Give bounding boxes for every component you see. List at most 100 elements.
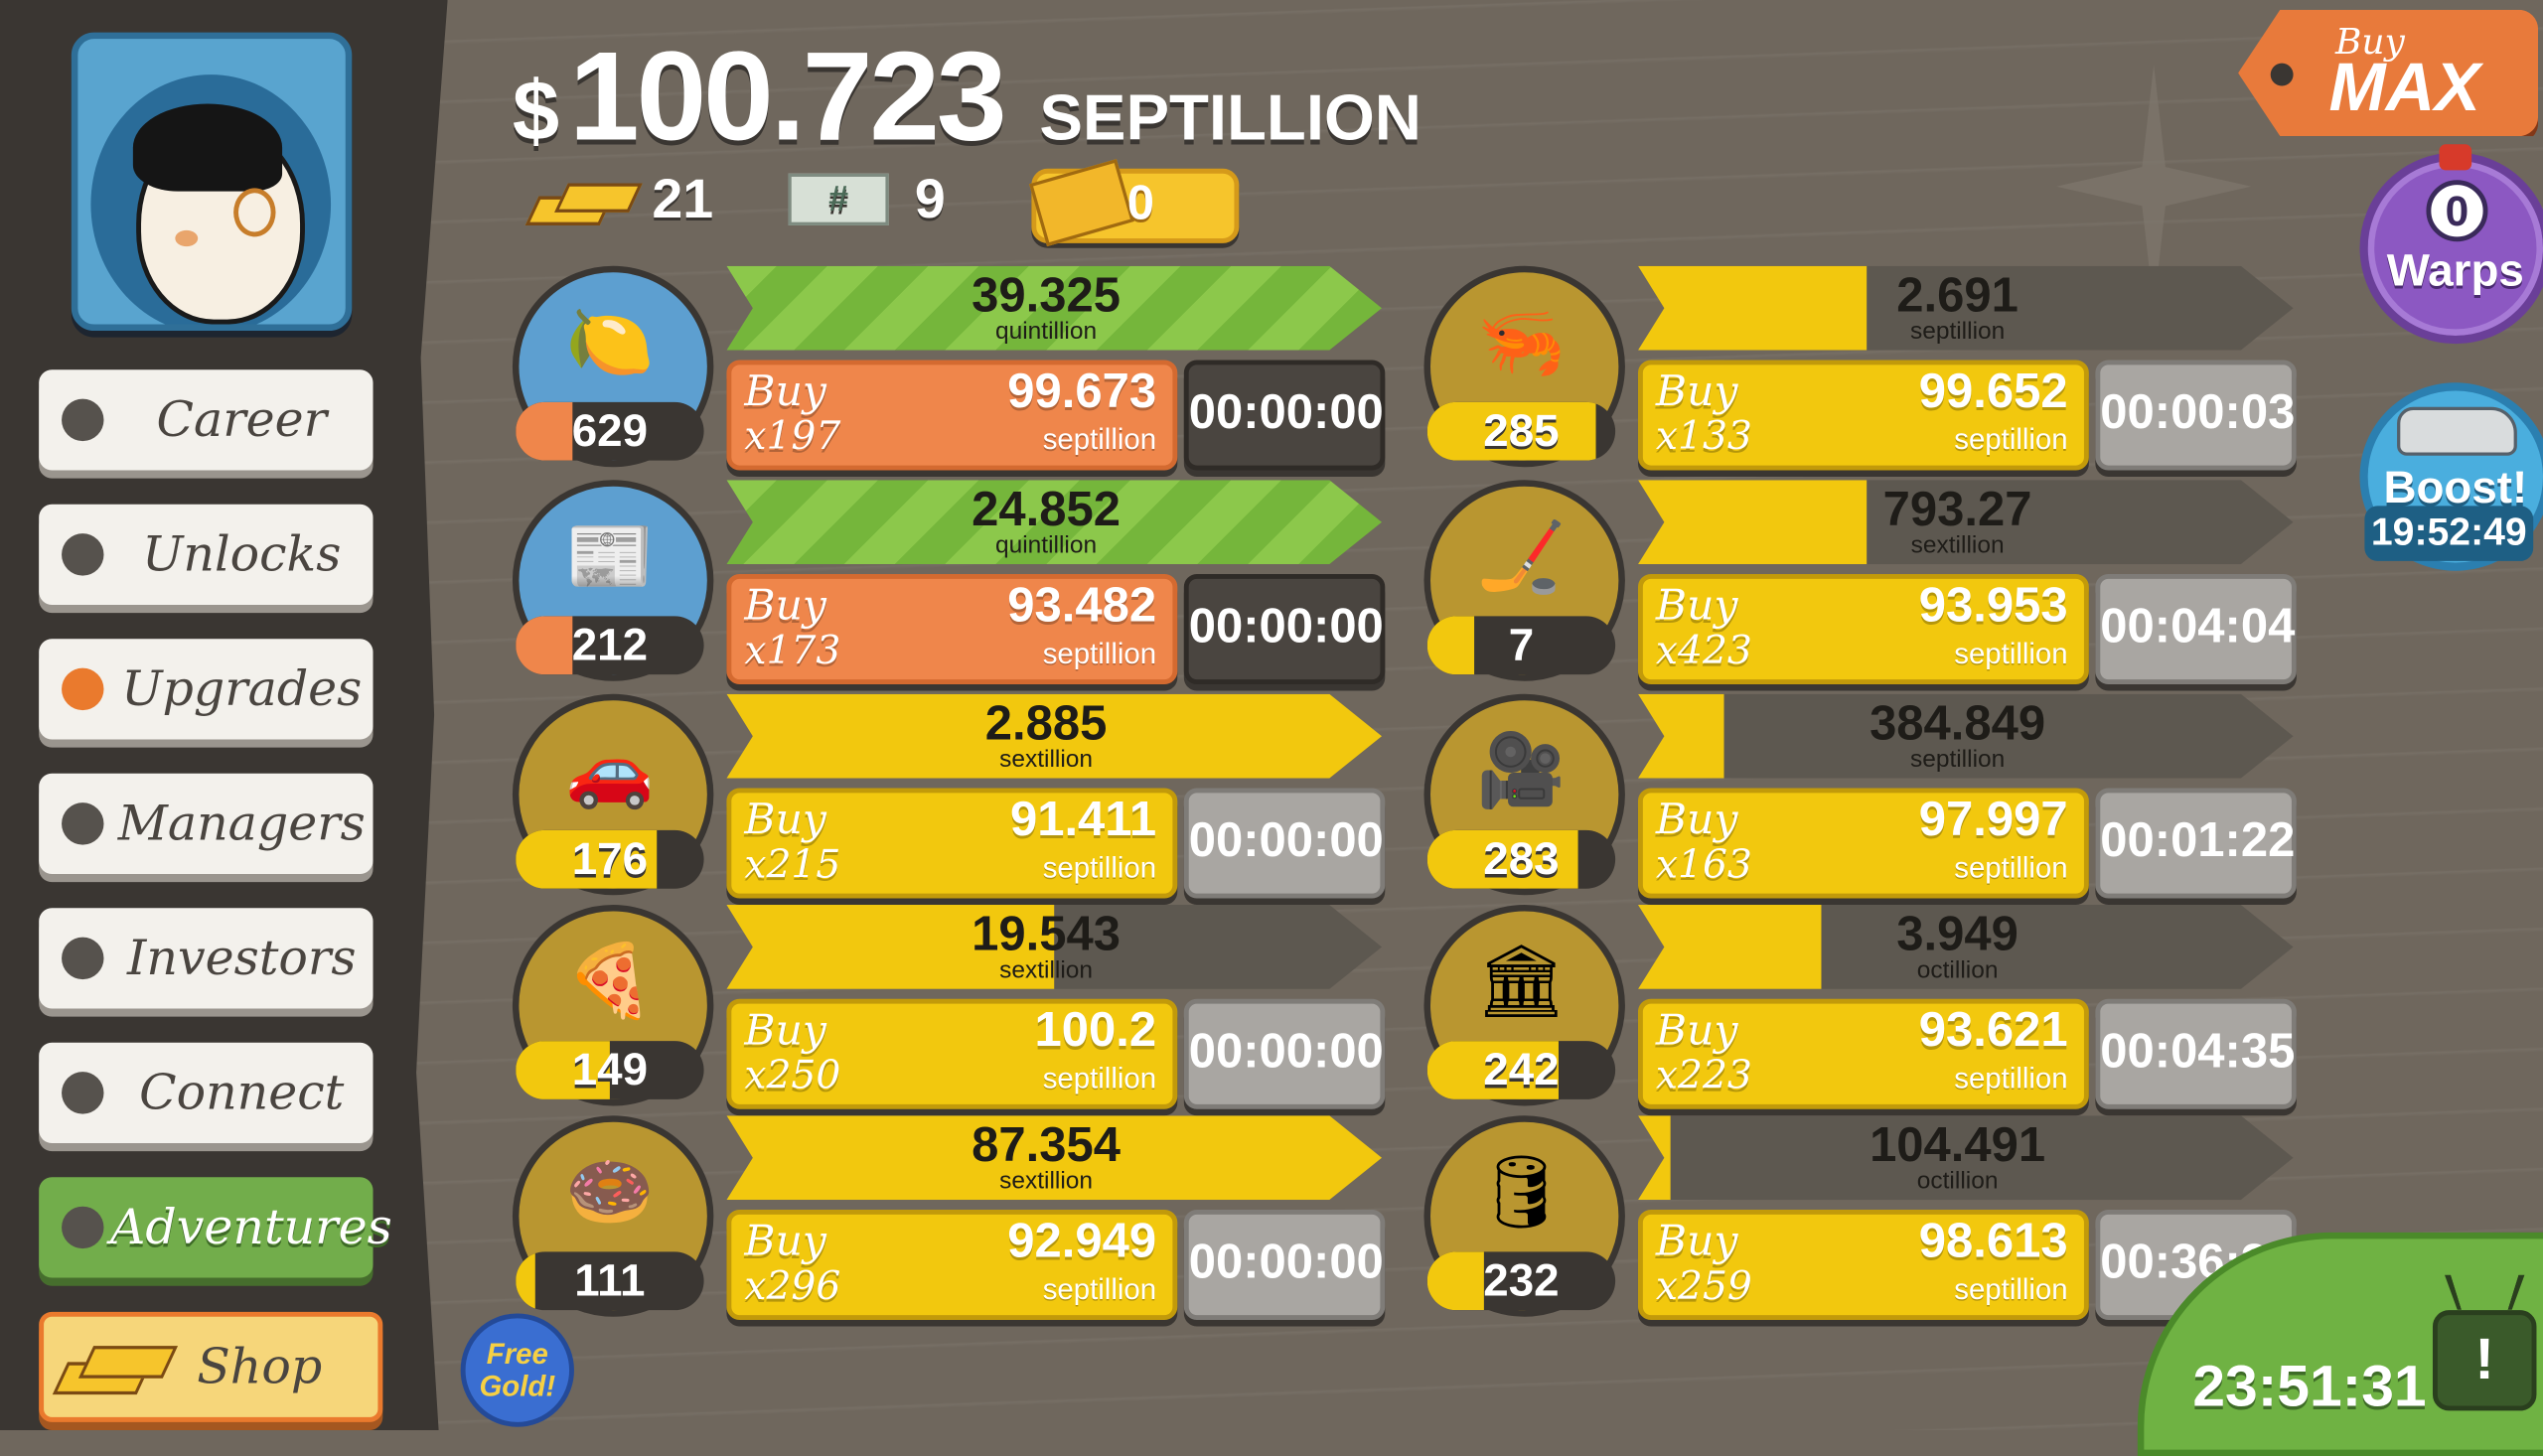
hair-icon [132, 103, 283, 192]
game-screen: $ 100.723 SEPTILLION 21 # 9 0 Buy MAX 0 … [0, 0, 2543, 1456]
menu-shop[interactable]: Shop [39, 1311, 383, 1422]
menu-upgrades[interactable]: Upgrades [39, 639, 374, 740]
buy-label: Buy [744, 1006, 826, 1056]
buy-button[interactable]: Buy x423 93.953 septillion [1637, 573, 2089, 684]
buy-button[interactable]: Buy x296 92.949 septillion [726, 1209, 1178, 1320]
revenue-unit: octillion [1916, 956, 1999, 985]
buy-max-button[interactable]: Buy MAX [2238, 9, 2539, 137]
adventures-dot-icon [62, 1206, 104, 1249]
revenue-amount: 3.949 [1896, 908, 2019, 962]
revenue-progress-bar[interactable]: 24.852 quintillion [726, 480, 1383, 565]
buy-price-unit: septillion [1042, 851, 1157, 884]
menu-career[interactable]: Career [39, 369, 374, 471]
tickets-counter[interactable]: 0 [1029, 159, 1240, 247]
revenue-amount: 24.852 [972, 483, 1121, 537]
revenue-unit: sextillion [999, 1167, 1094, 1196]
free-gold-line1: Free [486, 1337, 548, 1371]
buy-quantity: x133 [1655, 413, 1752, 460]
donut-icon: 🍩 [565, 1152, 655, 1233]
buy-button[interactable]: Buy x259 98.613 septillion [1637, 1209, 2089, 1320]
revenue-progress-bar[interactable]: 19.543 sextillion [726, 905, 1383, 989]
pizza-icon: 🍕 [565, 942, 655, 1022]
owned-counter: 285 [1426, 401, 1616, 461]
tv-button[interactable]: ! [2432, 1310, 2537, 1411]
business-card: 🏒 7 793.27 sextillion Buy x423 93.953 se… [1423, 480, 2300, 684]
revenue-progress-bar[interactable]: 104.491 octillion [1637, 1115, 2294, 1201]
bow-icon [2439, 144, 2472, 171]
owned-counter: 232 [1426, 1251, 1616, 1311]
career-dot-icon [62, 398, 104, 442]
buy-price-unit: septillion [1042, 637, 1157, 670]
owned-counter: 149 [516, 1041, 704, 1099]
menu-adventures[interactable]: Adventures [39, 1177, 392, 1278]
buy-price-unit: septillion [1042, 1272, 1157, 1306]
buy-label: Buy [744, 367, 826, 417]
free-gold-button[interactable]: Free Gold! [460, 1313, 574, 1427]
avatar[interactable] [71, 32, 353, 332]
buy-button[interactable]: Buy x133 99.652 septillion [1637, 360, 2089, 471]
gold-counter[interactable]: 21 [524, 162, 713, 236]
owned-counter: 212 [516, 616, 704, 675]
gold-bars-icon [524, 167, 643, 231]
menu-unlocks[interactable]: Unlocks [39, 504, 374, 605]
buy-quantity: x296 [744, 1262, 841, 1309]
owned-counter: 7 [1426, 616, 1616, 675]
buy-price: 97.997 [1918, 793, 2068, 847]
menu-connect[interactable]: Connect [39, 1042, 374, 1144]
buy-button[interactable]: Buy x215 91.411 septillion [726, 788, 1178, 899]
owned-count: 212 [571, 619, 649, 670]
ticket-icon [1029, 159, 1134, 247]
business-card: 📰 212 24.852 quintillion Buy x173 93.482… [512, 480, 1389, 684]
buy-quantity: x173 [744, 627, 841, 673]
buy-label: Buy [1655, 1006, 1738, 1056]
menu-connect-label: Connect [139, 1064, 345, 1121]
connect-dot-icon [62, 1072, 104, 1114]
business-card: 🛢 232 104.491 octillion Buy x259 98.613 … [1423, 1115, 2300, 1320]
owned-counter: 176 [516, 829, 704, 889]
oil-rig-icon: 🛢 [1475, 1152, 1568, 1233]
buy-price-unit: septillion [1042, 423, 1157, 456]
menu-adventures-label: Adventures [110, 1199, 392, 1256]
megabucks-counter[interactable]: # 9 [788, 162, 946, 236]
revenue-amount: 2.691 [1896, 269, 2019, 323]
owned-counter: 283 [1426, 829, 1616, 889]
owned-count: 242 [1483, 1044, 1560, 1095]
owned-count: 111 [574, 1254, 646, 1306]
buy-price: 100.2 [1034, 1003, 1157, 1058]
revenue-progress-bar[interactable]: 39.325 quintillion [726, 265, 1383, 351]
revenue-unit: octillion [1916, 1167, 1999, 1196]
buy-price: 92.949 [1007, 1214, 1157, 1268]
revenue-progress-bar[interactable]: 2.885 sextillion [726, 693, 1383, 779]
buy-price: 93.621 [1918, 1003, 2068, 1058]
revenue-progress-bar[interactable]: 3.949 octillion [1637, 905, 2294, 989]
hockey-icon: 🏒 [1476, 516, 1567, 597]
menu-managers-label: Managers [117, 795, 366, 852]
business-timer: 00:00:00 [1183, 573, 1386, 684]
buy-price: 93.953 [1918, 578, 2068, 633]
managers-dot-icon [62, 802, 104, 845]
menu-investors[interactable]: Investors [39, 908, 374, 1009]
menu-managers[interactable]: Managers [39, 773, 374, 874]
warps-button[interactable]: 0 Warps [2359, 144, 2543, 345]
buy-label: Buy [744, 796, 826, 845]
buy-price-unit: septillion [1954, 851, 2068, 884]
buy-quantity: x250 [744, 1052, 841, 1098]
revenue-progress-bar[interactable]: 793.27 sextillion [1637, 480, 2294, 565]
business-timer: 00:00:00 [1183, 1209, 1386, 1320]
newspaper-icon: 📰 [565, 516, 655, 597]
buy-button[interactable]: Buy x250 100.2 septillion [726, 998, 1178, 1109]
buy-button[interactable]: Buy x223 93.621 septillion [1637, 998, 2089, 1109]
revenue-progress-bar[interactable]: 2.691 septillion [1637, 265, 2294, 351]
menu-unlocks-label: Unlocks [142, 525, 342, 583]
revenue-progress-bar[interactable]: 384.849 septillion [1637, 693, 2294, 779]
buy-price-unit: septillion [1954, 1062, 2068, 1095]
buy-quantity: x163 [1655, 841, 1752, 888]
business-card: 🍩 111 87.354 sextillion Buy x296 92.949 … [512, 1115, 1389, 1320]
buy-price: 99.673 [1007, 364, 1157, 419]
revenue-progress-bar[interactable]: 87.354 sextillion [726, 1115, 1383, 1201]
revenue-unit: septillion [1909, 317, 2006, 346]
revenue-amount: 2.885 [984, 697, 1108, 751]
buy-button[interactable]: Buy x173 93.482 septillion [726, 573, 1178, 684]
buy-button[interactable]: Buy x197 99.673 septillion [726, 360, 1178, 471]
buy-button[interactable]: Buy x163 97.997 septillion [1637, 788, 2089, 899]
